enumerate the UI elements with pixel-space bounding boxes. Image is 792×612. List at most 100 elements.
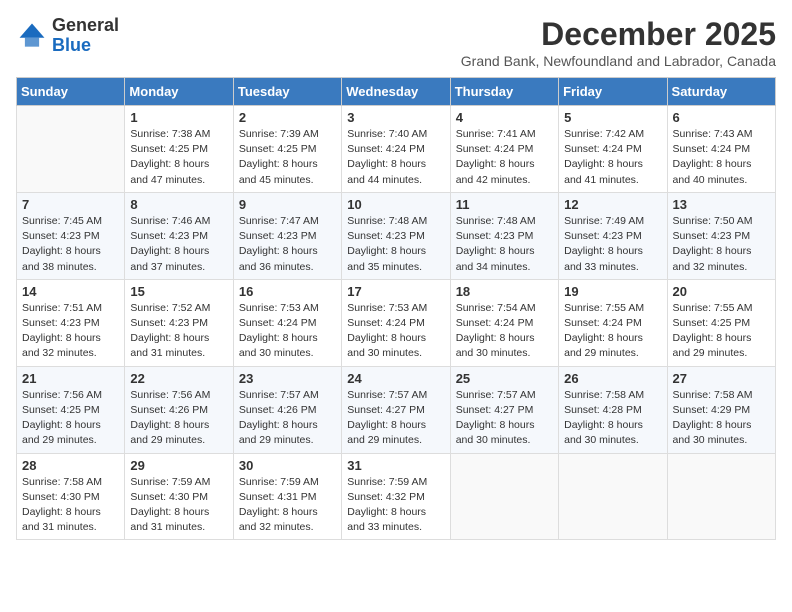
- cell-info: Sunrise: 7:54 AMSunset: 4:24 PMDaylight:…: [456, 301, 553, 362]
- cell-info: Sunrise: 7:53 AMSunset: 4:24 PMDaylight:…: [347, 301, 444, 362]
- cell-info: Sunrise: 7:45 AMSunset: 4:23 PMDaylight:…: [22, 214, 119, 275]
- calendar-cell: 9Sunrise: 7:47 AMSunset: 4:23 PMDaylight…: [233, 192, 341, 279]
- cell-info: Sunrise: 7:39 AMSunset: 4:25 PMDaylight:…: [239, 127, 336, 188]
- cell-info: Sunrise: 7:49 AMSunset: 4:23 PMDaylight:…: [564, 214, 661, 275]
- cell-info: Sunrise: 7:58 AMSunset: 4:30 PMDaylight:…: [22, 475, 119, 536]
- day-number: 25: [456, 371, 553, 386]
- cell-info: Sunrise: 7:59 AMSunset: 4:32 PMDaylight:…: [347, 475, 444, 536]
- cell-info: Sunrise: 7:51 AMSunset: 4:23 PMDaylight:…: [22, 301, 119, 362]
- calendar-week-row: 28 Sunrise: 7:58 AMSunset: 4:30 PMDayligh…: [17, 453, 776, 540]
- day-header-wednesday: Wednesday: [342, 78, 450, 106]
- calendar-cell: 26Sunrise: 7:58 AMSunset: 4:28 PMDayligh…: [559, 366, 667, 453]
- calendar-cell: 23 Sunrise: 7:57 AMSunset: 4:26 PMDayligh…: [233, 366, 341, 453]
- day-number: 22: [130, 371, 227, 386]
- page-header: General Blue December 2025 Grand Bank, N…: [16, 16, 776, 69]
- calendar-cell: 4 Sunrise: 7:41 AMSunset: 4:24 PMDaylight…: [450, 106, 558, 193]
- calendar-cell: 13Sunrise: 7:50 AMSunset: 4:23 PMDayligh…: [667, 192, 775, 279]
- cell-info: Sunrise: 7:47 AMSunset: 4:23 PMDaylight:…: [239, 214, 336, 275]
- day-number: 13: [673, 197, 770, 212]
- calendar-cell: 11Sunrise: 7:48 AMSunset: 4:23 PMDayligh…: [450, 192, 558, 279]
- calendar-cell: 25Sunrise: 7:57 AMSunset: 4:27 PMDayligh…: [450, 366, 558, 453]
- day-header-monday: Monday: [125, 78, 233, 106]
- cell-info: Sunrise: 7:53 AMSunset: 4:24 PMDaylight:…: [239, 301, 336, 362]
- day-header-thursday: Thursday: [450, 78, 558, 106]
- day-number: 26: [564, 371, 661, 386]
- day-number: 23: [239, 371, 336, 386]
- cell-info: Sunrise: 7:56 AMSunset: 4:26 PMDaylight:…: [130, 388, 227, 449]
- calendar-cell: 27 Sunrise: 7:58 AMSunset: 4:29 PMDayligh…: [667, 366, 775, 453]
- cell-info: Sunrise: 7:57 AMSunset: 4:26 PMDaylight:…: [239, 388, 336, 449]
- day-number: 8: [130, 197, 227, 212]
- cell-info: Sunrise: 7:48 AMSunset: 4:23 PMDaylight:…: [347, 214, 444, 275]
- day-header-saturday: Saturday: [667, 78, 775, 106]
- cell-info: Sunrise: 7:40 AMSunset: 4:24 PMDaylight:…: [347, 127, 444, 188]
- day-number: 17: [347, 284, 444, 299]
- day-number: 27: [673, 371, 770, 386]
- calendar-cell: 24 Sunrise: 7:57 AMSunset: 4:27 PMDayligh…: [342, 366, 450, 453]
- calendar-cell: 16Sunrise: 7:53 AMSunset: 4:24 PMDayligh…: [233, 279, 341, 366]
- day-number: 21: [22, 371, 119, 386]
- calendar-week-row: 7 Sunrise: 7:45 AMSunset: 4:23 PMDaylight…: [17, 192, 776, 279]
- cell-info: Sunrise: 7:57 AMSunset: 4:27 PMDaylight:…: [347, 388, 444, 449]
- day-number: 18: [456, 284, 553, 299]
- calendar-cell: 17 Sunrise: 7:53 AMSunset: 4:24 PMDayligh…: [342, 279, 450, 366]
- calendar-cell: 18 Sunrise: 7:54 AMSunset: 4:24 PMDayligh…: [450, 279, 558, 366]
- calendar-cell: 14 Sunrise: 7:51 AMSunset: 4:23 PMDayligh…: [17, 279, 125, 366]
- calendar-cell: 19 Sunrise: 7:55 AMSunset: 4:24 PMDayligh…: [559, 279, 667, 366]
- calendar-cell: 5 Sunrise: 7:42 AMSunset: 4:24 PMDaylight…: [559, 106, 667, 193]
- calendar-cell: 22 Sunrise: 7:56 AMSunset: 4:26 PMDayligh…: [125, 366, 233, 453]
- day-number: 14: [22, 284, 119, 299]
- calendar-cell: 29 Sunrise: 7:59 AMSunset: 4:30 PMDayligh…: [125, 453, 233, 540]
- month-title: December 2025: [461, 16, 776, 53]
- cell-info: Sunrise: 7:59 AMSunset: 4:30 PMDaylight:…: [130, 475, 227, 536]
- day-number: 10: [347, 197, 444, 212]
- cell-info: Sunrise: 7:58 AMSunset: 4:29 PMDaylight:…: [673, 388, 770, 449]
- day-header-friday: Friday: [559, 78, 667, 106]
- calendar-cell: [450, 453, 558, 540]
- calendar-cell: 7 Sunrise: 7:45 AMSunset: 4:23 PMDaylight…: [17, 192, 125, 279]
- day-header-sunday: Sunday: [17, 78, 125, 106]
- day-number: 1: [130, 110, 227, 125]
- day-number: 12: [564, 197, 661, 212]
- cell-info: Sunrise: 7:42 AMSunset: 4:24 PMDaylight:…: [564, 127, 661, 188]
- calendar-cell: [559, 453, 667, 540]
- day-number: 5: [564, 110, 661, 125]
- day-number: 2: [239, 110, 336, 125]
- cell-info: Sunrise: 7:41 AMSunset: 4:24 PMDaylight:…: [456, 127, 553, 188]
- day-number: 28: [22, 458, 119, 473]
- calendar-week-row: 1 Sunrise: 7:38 AMSunset: 4:25 PMDaylight…: [17, 106, 776, 193]
- calendar-week-row: 21 Sunrise: 7:56 AMSunset: 4:25 PMDayligh…: [17, 366, 776, 453]
- day-number: 29: [130, 458, 227, 473]
- day-number: 6: [673, 110, 770, 125]
- logo: General Blue: [16, 16, 119, 56]
- day-number: 11: [456, 197, 553, 212]
- calendar-cell: 12 Sunrise: 7:49 AMSunset: 4:23 PMDayligh…: [559, 192, 667, 279]
- calendar-cell: 10 Sunrise: 7:48 AMSunset: 4:23 PMDayligh…: [342, 192, 450, 279]
- cell-info: Sunrise: 7:46 AMSunset: 4:23 PMDaylight:…: [130, 214, 227, 275]
- day-number: 7: [22, 197, 119, 212]
- logo-icon: [16, 20, 48, 52]
- logo-blue: Blue: [52, 35, 91, 55]
- calendar-cell: 21 Sunrise: 7:56 AMSunset: 4:25 PMDayligh…: [17, 366, 125, 453]
- cell-info: Sunrise: 7:43 AMSunset: 4:24 PMDaylight:…: [673, 127, 770, 188]
- calendar-cell: 6 Sunrise: 7:43 AMSunset: 4:24 PMDaylight…: [667, 106, 775, 193]
- calendar-cell: 31Sunrise: 7:59 AMSunset: 4:32 PMDayligh…: [342, 453, 450, 540]
- cell-info: Sunrise: 7:38 AMSunset: 4:25 PMDaylight:…: [130, 127, 227, 188]
- day-number: 30: [239, 458, 336, 473]
- day-number: 20: [673, 284, 770, 299]
- cell-info: Sunrise: 7:56 AMSunset: 4:25 PMDaylight:…: [22, 388, 119, 449]
- day-number: 19: [564, 284, 661, 299]
- calendar-week-row: 14 Sunrise: 7:51 AMSunset: 4:23 PMDayligh…: [17, 279, 776, 366]
- day-number: 4: [456, 110, 553, 125]
- calendar-cell: 15 Sunrise: 7:52 AMSunset: 4:23 PMDayligh…: [125, 279, 233, 366]
- calendar-cell: 8 Sunrise: 7:46 AMSunset: 4:23 PMDaylight…: [125, 192, 233, 279]
- logo-text: General Blue: [52, 16, 119, 56]
- cell-info: Sunrise: 7:59 AMSunset: 4:31 PMDaylight:…: [239, 475, 336, 536]
- cell-info: Sunrise: 7:55 AMSunset: 4:24 PMDaylight:…: [564, 301, 661, 362]
- day-number: 15: [130, 284, 227, 299]
- logo-general: General: [52, 15, 119, 35]
- calendar-cell: [667, 453, 775, 540]
- cell-info: Sunrise: 7:52 AMSunset: 4:23 PMDaylight:…: [130, 301, 227, 362]
- day-number: 24: [347, 371, 444, 386]
- calendar-table: SundayMondayTuesdayWednesdayThursdayFrid…: [16, 77, 776, 540]
